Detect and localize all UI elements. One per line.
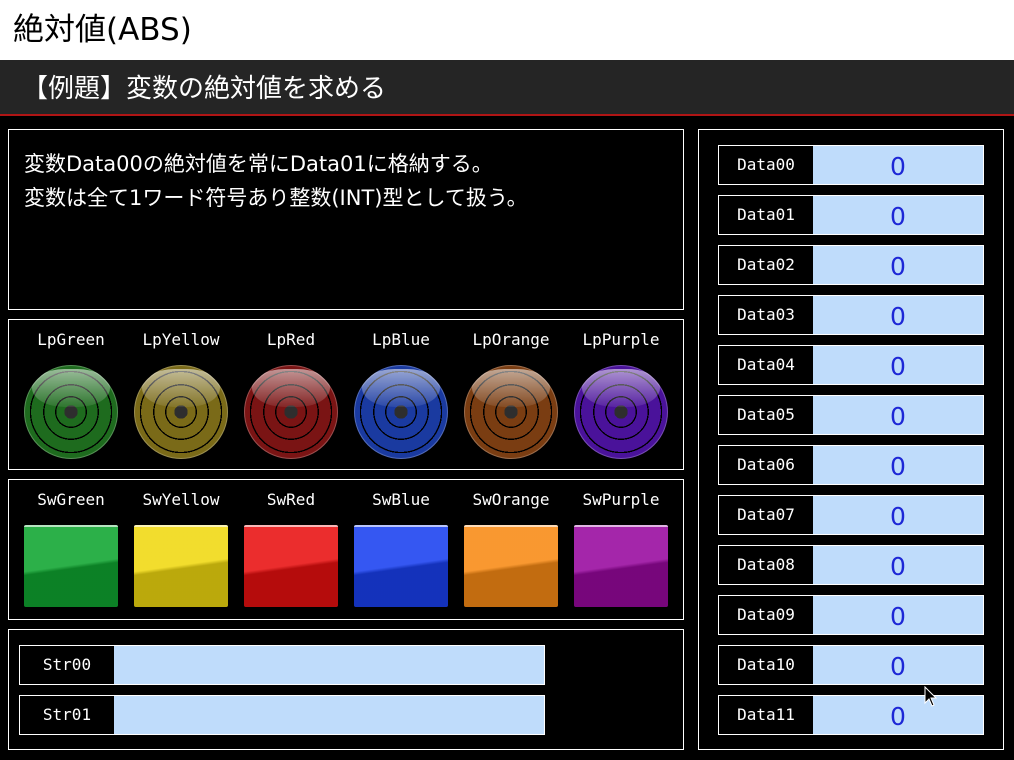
str00-value[interactable]: [114, 646, 544, 684]
string-panel: Str00 Str01: [8, 629, 684, 750]
data08-field[interactable]: Data08 0: [718, 545, 984, 585]
data09-value[interactable]: 0: [813, 596, 983, 634]
lamp-label-red: LpRed: [266, 330, 316, 349]
switch-label-green: SwGreen: [37, 490, 105, 509]
data02-field[interactable]: Data02 0: [718, 245, 984, 285]
lamp-label-blue: LpBlue: [372, 330, 430, 349]
switch-red[interactable]: [244, 525, 338, 607]
lamp-panel: LpGreen LpYellow LpRed LpBlue LpOrange L…: [8, 319, 684, 470]
lamp-yellow: [134, 365, 228, 459]
data11-label: Data11: [719, 696, 813, 734]
lamp-purple: [574, 365, 668, 459]
str01-field[interactable]: Str01: [19, 695, 545, 735]
data04-label: Data04: [719, 346, 813, 384]
data10-value[interactable]: 0: [813, 646, 983, 684]
data06-field[interactable]: Data06 0: [718, 445, 984, 485]
switch-green[interactable]: [24, 525, 118, 607]
lamp-orange: [464, 365, 558, 459]
data07-value[interactable]: 0: [813, 496, 983, 534]
data00-label: Data00: [719, 146, 813, 184]
mouse-pointer-icon: [924, 686, 938, 707]
data01-value[interactable]: 0: [813, 196, 983, 234]
data06-value[interactable]: 0: [813, 446, 983, 484]
lamp-red: [244, 365, 338, 459]
data04-value[interactable]: 0: [813, 346, 983, 384]
str01-value[interactable]: [114, 696, 544, 734]
lamp-green: [24, 365, 118, 459]
data09-label: Data09: [719, 596, 813, 634]
data08-value[interactable]: 0: [813, 546, 983, 584]
data07-label: Data07: [719, 496, 813, 534]
switch-label-red: SwRed: [266, 490, 316, 509]
data03-label: Data03: [719, 296, 813, 334]
data11-field[interactable]: Data11 0: [718, 695, 984, 735]
example-title: 【例題】変数の絶対値を求める: [22, 74, 387, 104]
window-title: 絶対値(ABS): [13, 12, 192, 48]
window-title-bar: 絶対値(ABS): [0, 0, 1014, 60]
lamp-label-yellow: LpYellow: [142, 330, 220, 349]
data07-field[interactable]: Data07 0: [718, 495, 984, 535]
data05-field[interactable]: Data05 0: [718, 395, 984, 435]
data00-value[interactable]: 0: [813, 146, 983, 184]
data01-label: Data01: [719, 196, 813, 234]
description-line-2: 変数は全て1ワード符号あり整数(INT)型として扱う。: [24, 186, 528, 210]
switch-purple[interactable]: [574, 525, 668, 607]
data10-field[interactable]: Data10 0: [718, 645, 984, 685]
data10-label: Data10: [719, 646, 813, 684]
switch-label-purple: SwPurple: [582, 490, 660, 509]
description-panel: 変数Data00の絶対値を常にData01に格納する。 変数は全て1ワード符号あ…: [8, 129, 684, 310]
switch-panel: SwGreen SwYellow SwRed SwBlue SwOrange S…: [8, 479, 684, 620]
lamp-blue: [354, 365, 448, 459]
switch-blue[interactable]: [354, 525, 448, 607]
str00-field[interactable]: Str00: [19, 645, 545, 685]
data05-label: Data05: [719, 396, 813, 434]
data00-field[interactable]: Data00 0: [718, 145, 984, 185]
data05-value[interactable]: 0: [813, 396, 983, 434]
data04-field[interactable]: Data04 0: [718, 345, 984, 385]
data11-value[interactable]: 0: [813, 696, 983, 734]
switch-orange[interactable]: [464, 525, 558, 607]
str00-label: Str00: [20, 646, 114, 684]
switch-label-orange: SwOrange: [472, 490, 550, 509]
example-title-bar: 【例題】変数の絶対値を求める: [0, 60, 1014, 116]
data-panel: Data00 0 Data01 0 Data02 0 Data03 0 Data…: [698, 129, 1004, 750]
data03-field[interactable]: Data03 0: [718, 295, 984, 335]
switch-yellow[interactable]: [134, 525, 228, 607]
data02-label: Data02: [719, 246, 813, 284]
switch-label-blue: SwBlue: [372, 490, 430, 509]
lamp-label-green: LpGreen: [37, 330, 105, 349]
lamp-label-purple: LpPurple: [582, 330, 660, 349]
data01-field[interactable]: Data01 0: [718, 195, 984, 235]
switch-label-yellow: SwYellow: [142, 490, 220, 509]
lamp-label-orange: LpOrange: [472, 330, 550, 349]
data02-value[interactable]: 0: [813, 246, 983, 284]
data08-label: Data08: [719, 546, 813, 584]
data06-label: Data06: [719, 446, 813, 484]
data09-field[interactable]: Data09 0: [718, 595, 984, 635]
description-line-1: 変数Data00の絶対値を常にData01に格納する。: [24, 152, 493, 176]
str01-label: Str01: [20, 696, 114, 734]
data03-value[interactable]: 0: [813, 296, 983, 334]
